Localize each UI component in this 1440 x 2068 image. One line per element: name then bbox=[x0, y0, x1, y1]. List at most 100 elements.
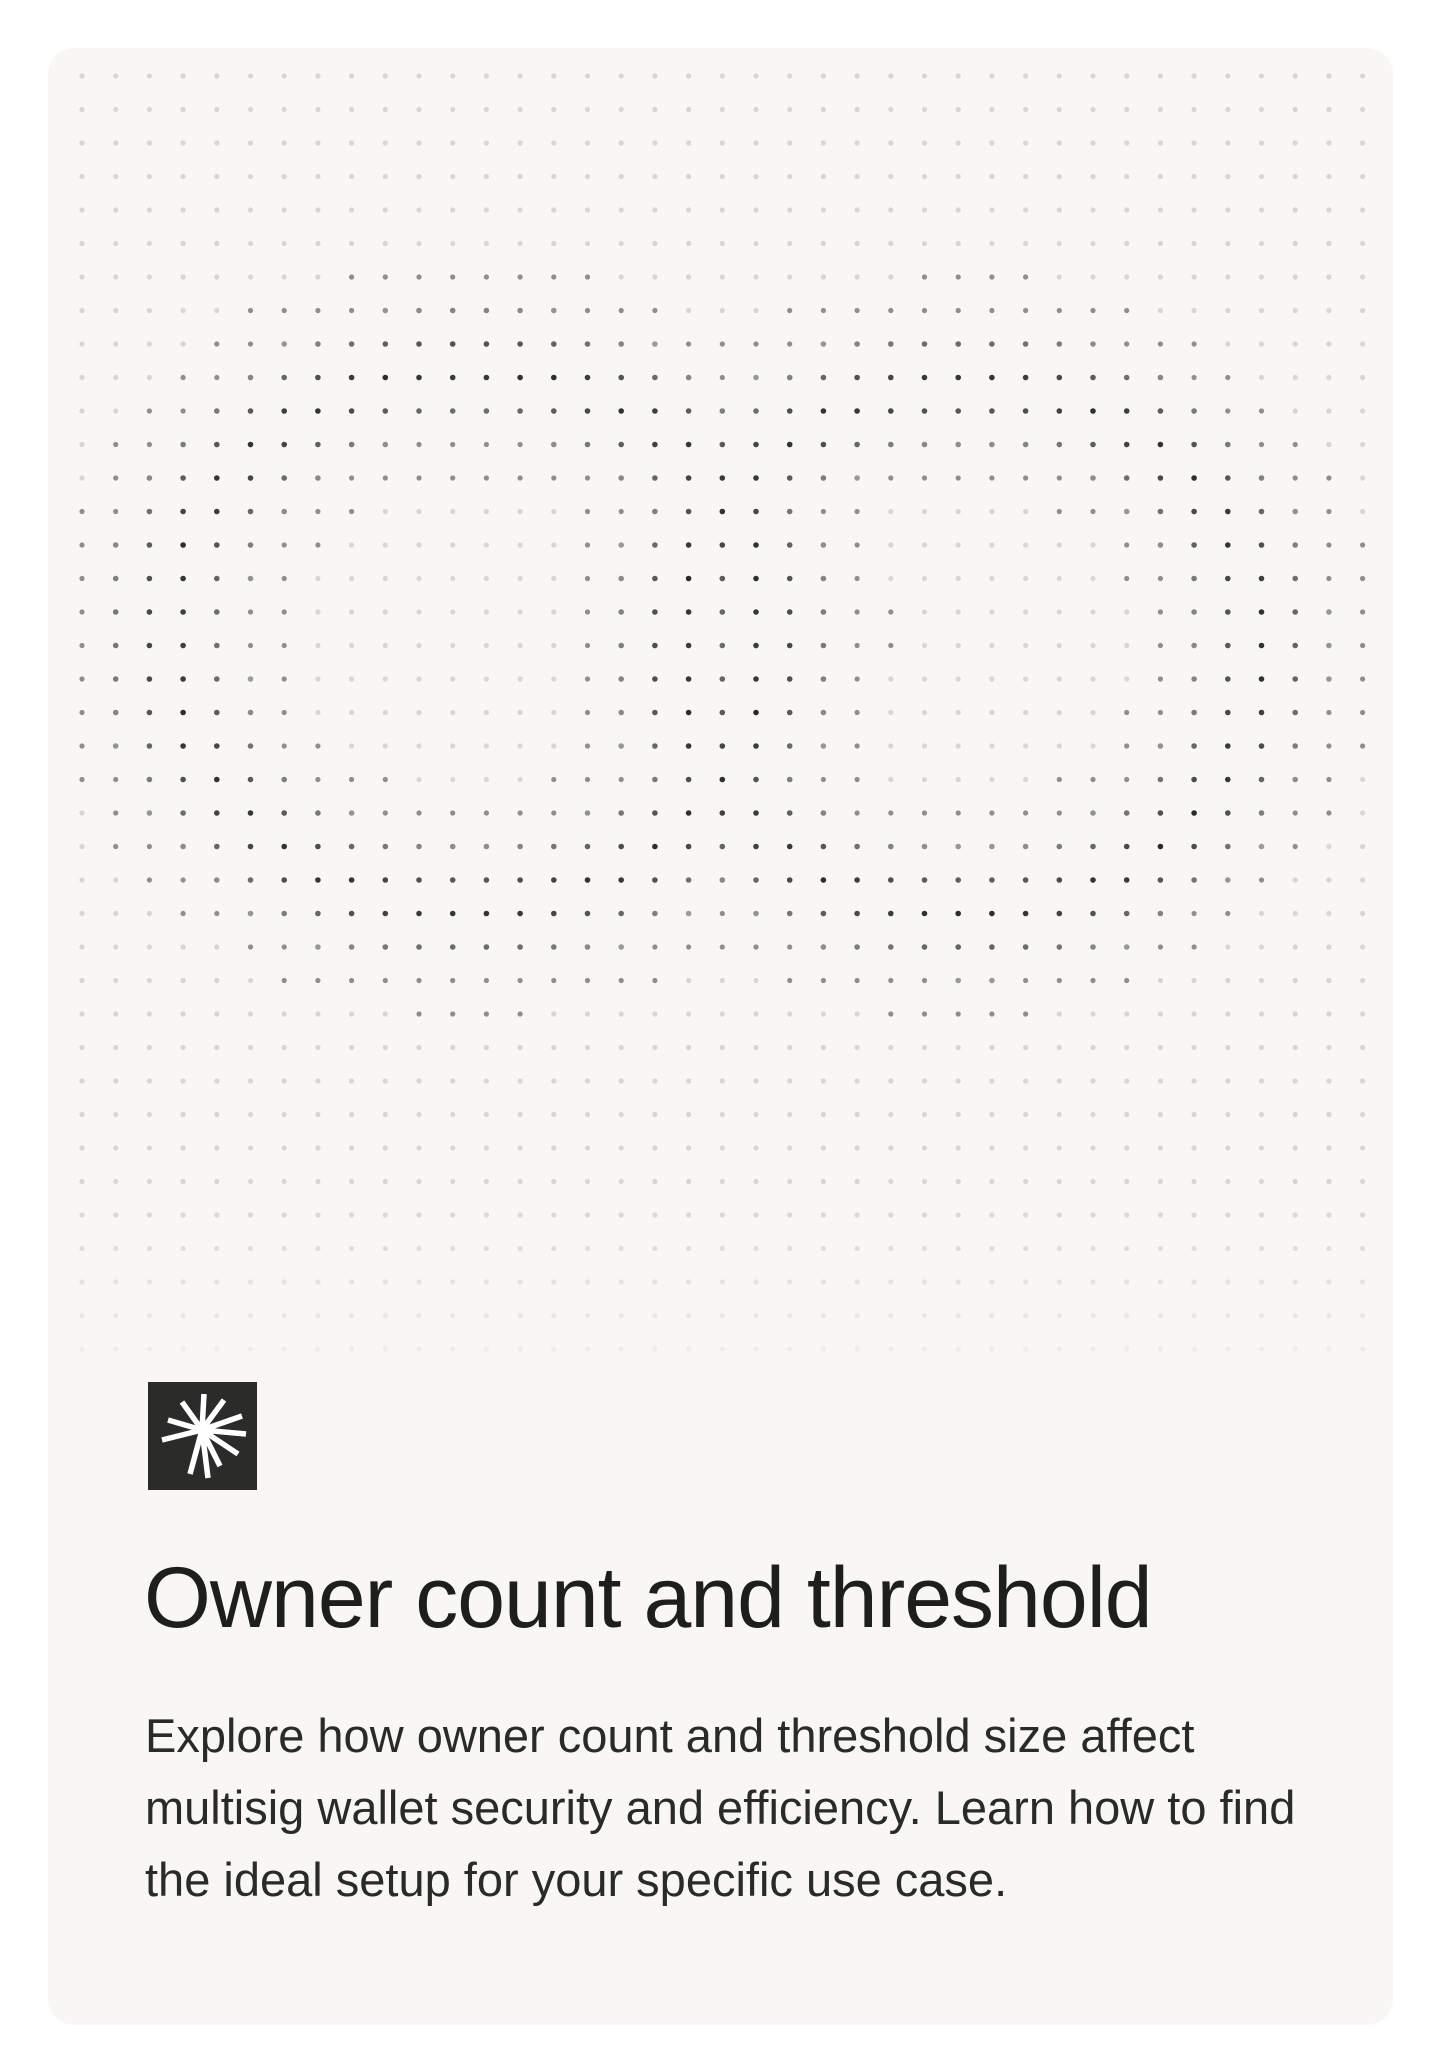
pattern-dot bbox=[1157, 1312, 1163, 1319]
pattern-dot bbox=[517, 1279, 523, 1285]
pattern-dot bbox=[719, 609, 726, 615]
pattern-dot bbox=[820, 408, 827, 414]
pattern-dot bbox=[483, 1245, 489, 1252]
pattern-dot bbox=[1090, 475, 1096, 481]
pattern-dot bbox=[551, 843, 557, 850]
pattern-dot bbox=[483, 609, 489, 615]
pattern-dot bbox=[450, 1011, 456, 1017]
pattern-dot bbox=[820, 709, 827, 716]
pattern-dot bbox=[281, 307, 287, 314]
pattern-dot bbox=[1225, 1279, 1231, 1285]
pattern-dot bbox=[786, 676, 793, 682]
pattern-dot bbox=[315, 73, 321, 79]
pattern-dot bbox=[551, 408, 557, 414]
pattern-dot bbox=[618, 475, 624, 481]
pattern-dot bbox=[1056, 240, 1062, 247]
pattern-dot bbox=[989, 207, 995, 213]
pattern-dot bbox=[652, 1178, 658, 1185]
pattern-dot bbox=[281, 240, 287, 247]
pattern-dot bbox=[1258, 106, 1265, 113]
pattern-dot bbox=[820, 374, 827, 381]
pattern-dot bbox=[517, 810, 523, 816]
pattern-dot bbox=[1326, 776, 1332, 783]
pattern-dot bbox=[685, 475, 692, 481]
pattern-dot bbox=[618, 441, 624, 448]
pattern-dot bbox=[483, 743, 489, 749]
pattern-dot bbox=[753, 274, 759, 280]
pattern-dot bbox=[955, 1145, 961, 1151]
pattern-dot bbox=[1023, 977, 1029, 984]
pattern-dot bbox=[551, 207, 557, 213]
pattern-dot bbox=[483, 1279, 489, 1285]
pattern-dot bbox=[1023, 106, 1029, 113]
pattern-dot bbox=[921, 173, 928, 180]
pattern-dot bbox=[112, 642, 119, 649]
pattern-dot bbox=[1157, 140, 1163, 146]
pattern-dot bbox=[989, 441, 995, 448]
pattern-dot bbox=[1056, 977, 1062, 984]
pattern-dot bbox=[551, 140, 557, 146]
pattern-dot bbox=[483, 1145, 489, 1151]
pattern-dot bbox=[281, 1346, 287, 1352]
pattern-dot bbox=[888, 475, 894, 481]
pattern-dot bbox=[1326, 676, 1332, 682]
pattern-dot bbox=[146, 810, 153, 816]
pattern-dot bbox=[1225, 1178, 1231, 1185]
pattern-dot bbox=[1124, 1178, 1130, 1185]
pattern-dot bbox=[989, 944, 995, 950]
pattern-dot bbox=[1124, 173, 1130, 180]
pattern-dot bbox=[584, 441, 591, 448]
pattern-dot bbox=[1124, 609, 1130, 615]
pattern-dot bbox=[416, 743, 422, 749]
pattern-dot bbox=[989, 743, 995, 749]
pattern-dot bbox=[787, 1011, 793, 1017]
pattern-dot bbox=[1157, 1111, 1163, 1118]
pattern-dot bbox=[315, 709, 321, 716]
pattern-dot bbox=[719, 274, 725, 280]
pattern-dot bbox=[1258, 877, 1265, 883]
pattern-dot bbox=[1022, 408, 1029, 414]
pattern-dot bbox=[686, 173, 692, 180]
pattern-dot bbox=[1191, 843, 1197, 850]
pattern-dot bbox=[146, 910, 152, 917]
article-card[interactable]: Owner count and threshold Explore how ow… bbox=[48, 48, 1393, 2025]
pattern-dot bbox=[584, 207, 591, 213]
pattern-dot bbox=[989, 106, 995, 113]
pattern-dot bbox=[1056, 1111, 1062, 1118]
pattern-dot bbox=[382, 240, 388, 247]
pattern-dot bbox=[989, 1212, 995, 1218]
pattern-dot bbox=[989, 274, 995, 280]
pattern-dot bbox=[382, 776, 388, 783]
pattern-dot bbox=[1056, 173, 1062, 180]
pattern-dot bbox=[854, 609, 860, 615]
pattern-dot bbox=[1090, 877, 1096, 883]
pattern-dot bbox=[113, 977, 119, 984]
pattern-dot bbox=[787, 73, 793, 79]
pattern-dot bbox=[618, 843, 624, 850]
pattern-dot bbox=[1090, 508, 1096, 515]
pattern-dot bbox=[1360, 1078, 1366, 1084]
card-description: Explore how owner count and threshold si… bbox=[145, 1709, 1296, 1906]
pattern-dot bbox=[786, 441, 793, 448]
pattern-dot bbox=[551, 341, 557, 347]
pattern-dot bbox=[921, 240, 928, 247]
pattern-dot bbox=[1157, 1245, 1163, 1252]
pattern-dot bbox=[79, 207, 85, 213]
pattern-dot bbox=[551, 1145, 557, 1151]
pattern-dot bbox=[921, 1212, 928, 1218]
pattern-dot bbox=[79, 307, 85, 314]
pattern-dot bbox=[214, 73, 220, 79]
pattern-dot bbox=[685, 508, 692, 515]
pattern-dot bbox=[416, 1145, 422, 1151]
pattern-dot bbox=[382, 1044, 388, 1051]
pattern-dot bbox=[1225, 441, 1231, 448]
pattern-dot bbox=[1326, 1245, 1332, 1252]
pattern-dot bbox=[1292, 743, 1298, 749]
pattern-dot bbox=[214, 274, 220, 280]
pattern-dot bbox=[1191, 1178, 1197, 1185]
pattern-dot bbox=[113, 140, 119, 146]
pattern-dot bbox=[315, 1245, 321, 1252]
pattern-dot bbox=[247, 1178, 254, 1185]
pattern-dot bbox=[180, 1245, 186, 1252]
pattern-dot bbox=[517, 1145, 523, 1151]
